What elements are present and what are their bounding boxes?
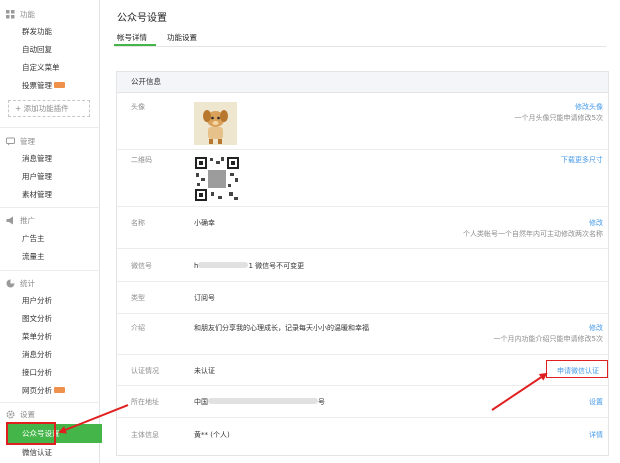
tab-account-details[interactable]: 帐号详情: [117, 32, 147, 43]
sidebar-divider: [0, 207, 100, 208]
row-divider: [117, 248, 608, 249]
sidebar-item-auto-reply[interactable]: 自动回复: [22, 43, 52, 57]
sidebar-item-users[interactable]: 用户管理: [22, 170, 52, 184]
sidebar-section-title: 推广: [20, 215, 35, 225]
sidebar-section-title: 功能: [20, 9, 35, 19]
intro-label: 介绍: [131, 324, 145, 332]
highlight-box-verification: [546, 360, 608, 378]
location-value: 中国 号: [194, 397, 325, 407]
add-plugin-button[interactable]: + 添加功能插件: [8, 100, 90, 117]
sidebar-item-message-analysis[interactable]: 消息分析: [22, 348, 52, 362]
sidebar-item-web-analysis[interactable]: 网页分析: [22, 384, 65, 398]
type-label: 类型: [131, 294, 145, 302]
avatar-hint: 一个月头像只能申请修改5次: [514, 114, 603, 122]
intro-hint: 一个月内功能介绍只能申请修改5次: [493, 335, 603, 343]
sidebar-section-features: 功能: [6, 7, 35, 21]
sidebar-divider: [0, 270, 100, 271]
edit-name-link[interactable]: 修改: [589, 218, 603, 228]
public-info-panel: 公开信息 头像 修改头像 一个月头像只能申请修改5次 二维码 下载更多尺寸 名称…: [116, 71, 609, 456]
sidebar-item-article-analysis[interactable]: 图文分析: [22, 312, 52, 326]
new-badge: [54, 82, 65, 88]
sidebar-section-stats: 统计: [6, 276, 35, 290]
sidebar-item-user-analysis[interactable]: 用户分析: [22, 294, 52, 308]
tab-feature-settings[interactable]: 功能设置: [167, 32, 197, 43]
tabs-divider: [114, 46, 606, 47]
new-badge: [54, 387, 65, 393]
sidebar-section-promote: 推广: [6, 213, 35, 227]
chart-icon: [6, 279, 15, 288]
main-content: 公众号设置 帐号详情 功能设置 公开信息 头像 修改头像 一个月头像只能申请修改…: [101, 0, 620, 463]
redacted-blur: [208, 398, 318, 404]
sidebar-item-menu-analysis[interactable]: 菜单分析: [22, 330, 52, 344]
panel-title: 公开信息: [117, 72, 608, 93]
sidebar-item-advertiser[interactable]: 广告主: [22, 232, 45, 246]
sidebar-section-title: 统计: [20, 278, 35, 288]
sidebar-item-label: 网页分析: [22, 386, 52, 395]
sidebar-section-settings: 设置: [6, 407, 35, 421]
wechat-id-suffix: 1 微信号不可变更: [248, 262, 305, 270]
row-divider: [117, 385, 608, 386]
location-suffix: 号: [318, 398, 325, 406]
sidebar-item-vote[interactable]: 投票管理: [22, 79, 65, 93]
wechat-id-label: 微信号: [131, 262, 152, 270]
account-name: 小确幸: [194, 219, 215, 227]
sidebar-item-messages[interactable]: 消息管理: [22, 152, 52, 166]
sidebar-item-api-analysis[interactable]: 接口分析: [22, 366, 52, 380]
set-location-link[interactable]: 设置: [589, 397, 603, 407]
grid-icon: [6, 9, 15, 19]
sidebar-item-publisher[interactable]: 流量主: [22, 250, 45, 264]
qr-code-image: [194, 156, 240, 202]
megaphone-icon: [6, 216, 15, 225]
sidebar-divider: [0, 402, 100, 403]
subject-details-link[interactable]: 详情: [589, 430, 603, 440]
account-type: 订阅号: [194, 294, 215, 302]
avatar-label: 头像: [131, 103, 145, 111]
sidebar-item-wechat-verify[interactable]: 微信认证: [22, 446, 52, 460]
gear-icon: [6, 409, 15, 419]
sidebar-item-materials[interactable]: 素材管理: [22, 188, 52, 202]
row-divider: [117, 281, 608, 282]
row-divider: [117, 354, 608, 355]
wechat-id-value: h1 微信号不可变更: [194, 261, 304, 271]
name-label: 名称: [131, 219, 145, 227]
sidebar: 功能 群发功能 自动回复 自定义菜单 投票管理 + 添加功能插件 管理 消息管理…: [0, 0, 102, 463]
sidebar-section-title: 管理: [20, 136, 35, 146]
location-prefix: 中国: [194, 398, 208, 406]
location-label: 所在地址: [131, 398, 159, 406]
row-divider: [117, 313, 608, 314]
sidebar-section-manage: 管理: [6, 134, 35, 148]
avatar-image: [194, 102, 237, 145]
row-divider: [117, 206, 608, 207]
page-title: 公众号设置: [117, 13, 167, 24]
sidebar-item-custom-menu[interactable]: 自定义菜单: [22, 61, 60, 75]
verification-label: 认证情况: [131, 367, 159, 375]
edit-intro-link[interactable]: 修改: [589, 323, 603, 333]
name-hint: 个人类帐号一个自然年内可主动修改两次名称: [463, 230, 603, 238]
chat-icon: [6, 137, 15, 146]
verification-status: 未认证: [194, 367, 215, 375]
subject-info-label: 主体信息: [131, 431, 159, 439]
row-divider: [117, 417, 608, 418]
row-divider: [117, 149, 608, 150]
sidebar-section-title: 设置: [20, 409, 35, 419]
highlight-box-account-settings: [6, 422, 56, 445]
redacted-blur: [198, 262, 249, 268]
qrcode-label: 二维码: [131, 156, 152, 164]
sidebar-divider: [0, 127, 100, 128]
sidebar-item-mass-send[interactable]: 群发功能: [22, 25, 52, 39]
download-sizes-link[interactable]: 下载更多尺寸: [561, 155, 603, 165]
subject-info-value: 黄** (个人): [194, 431, 230, 439]
change-avatar-link[interactable]: 修改头像: [575, 102, 603, 112]
intro-text: 和朋友们分享我的心理成长，记录每天小小的温暖和幸福: [194, 324, 369, 332]
sidebar-item-label: 投票管理: [22, 81, 52, 90]
